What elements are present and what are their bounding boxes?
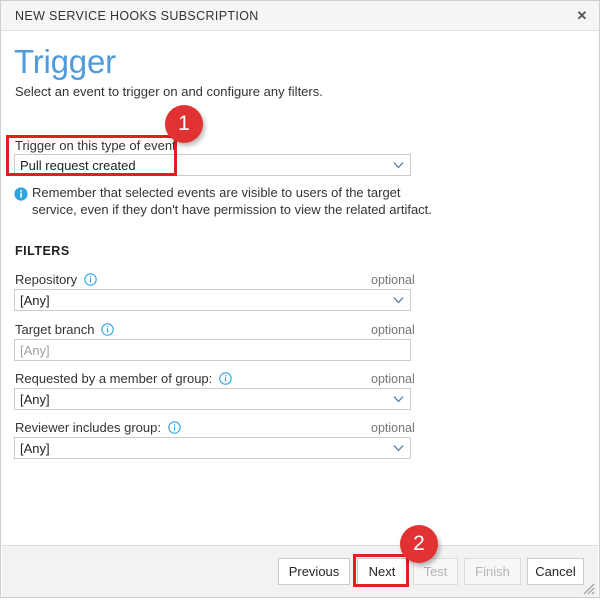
page-title: Trigger [14, 43, 116, 80]
cancel-button[interactable]: Cancel [527, 558, 584, 585]
filter-label-repository: Repository [15, 272, 97, 287]
filter-label-reviewer-includes-group-text: Reviewer includes group: [15, 420, 161, 435]
filter-label-requested-by-group-text: Requested by a member of group: [15, 371, 213, 386]
annotation-badge-1: 1 [165, 105, 203, 143]
dialog-titlebar: NEW SERVICE HOOKS SUBSCRIPTION ✕ [1, 1, 599, 31]
filter-optional-requested-by-group: optional [371, 372, 415, 386]
new-service-hooks-subscription-dialog: NEW SERVICE HOOKS SUBSCRIPTION ✕ Trigger… [0, 0, 600, 598]
trigger-visibility-note: Remember that selected events are visibl… [32, 185, 432, 217]
filter-label-requested-by-group: Requested by a member of group: [15, 371, 232, 386]
filter-label-target-branch-text: Target branch [15, 322, 95, 337]
trigger-event-dropdown[interactable]: Pull request created [14, 154, 411, 176]
chevron-down-icon [393, 161, 404, 170]
close-icon[interactable]: ✕ [569, 3, 595, 29]
info-outline-icon[interactable] [167, 421, 181, 434]
filters-heading: FILTERS [15, 244, 70, 258]
filter-placeholder-target-branch: [Any] [20, 343, 50, 358]
filter-input-repository[interactable]: [Any] [14, 289, 411, 311]
filter-value-reviewer-includes-group: [Any] [20, 441, 50, 456]
filter-value-repository: [Any] [20, 293, 50, 308]
chevron-down-icon [393, 296, 404, 305]
info-outline-icon[interactable] [219, 372, 232, 385]
trigger-event-value: Pull request created [20, 158, 136, 173]
info-outline-icon[interactable] [101, 323, 114, 336]
filter-value-requested-by-group: [Any] [20, 392, 50, 407]
page-subtitle: Select an event to trigger on and config… [15, 84, 323, 99]
next-button[interactable]: Next [357, 558, 407, 585]
previous-button[interactable]: Previous [278, 558, 350, 585]
chevron-down-icon [393, 444, 404, 453]
annotation-badge-2: 2 [400, 525, 438, 563]
filter-optional-repository: optional [371, 273, 415, 287]
filter-input-requested-by-group[interactable]: [Any] [14, 388, 411, 410]
chevron-down-icon [393, 395, 404, 404]
trigger-event-label: Trigger on this type of event [15, 138, 176, 153]
filter-label-target-branch: Target branch [15, 322, 114, 337]
filter-input-reviewer-includes-group[interactable]: [Any] [14, 437, 411, 459]
dialog-title: NEW SERVICE HOOKS SUBSCRIPTION [15, 9, 259, 23]
finish-button: Finish [464, 558, 521, 585]
filter-optional-target-branch: optional [371, 323, 415, 337]
dialog-footer: Previous Next Test Finish Cancel [2, 545, 598, 597]
filter-optional-reviewer-includes-group: optional [371, 421, 415, 435]
filter-input-target-branch[interactable]: [Any] [14, 339, 411, 361]
filter-label-reviewer-includes-group: Reviewer includes group: [15, 420, 181, 435]
info-filled-icon [14, 187, 28, 201]
dialog-content: Trigger Select an event to trigger on an… [1, 32, 599, 545]
resize-grip-icon[interactable] [581, 581, 595, 595]
filter-label-repository-text: Repository [15, 272, 78, 287]
info-outline-icon[interactable] [84, 273, 97, 286]
